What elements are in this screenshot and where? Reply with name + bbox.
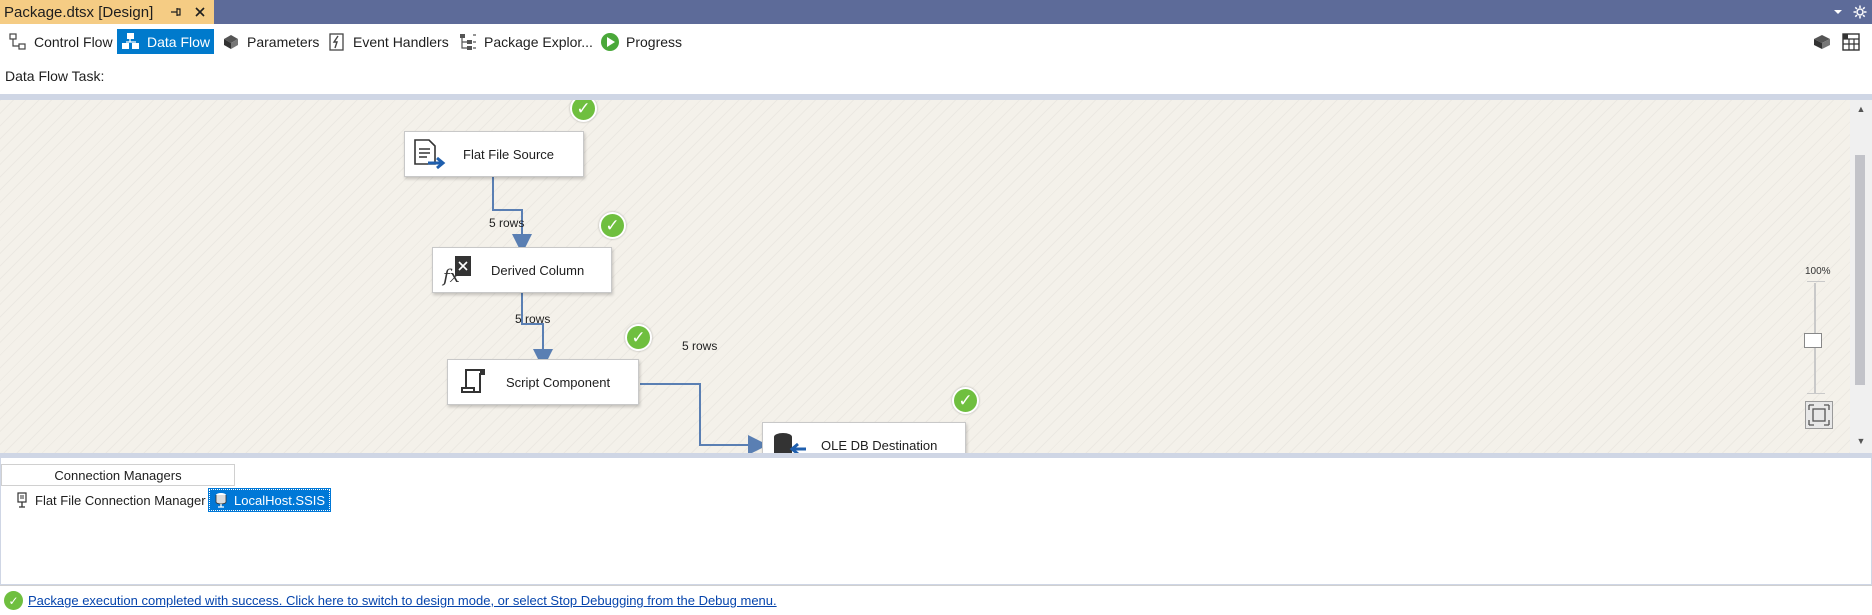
success-icon: ✓	[4, 591, 23, 610]
scroll-up-icon[interactable]: ▲	[1855, 104, 1867, 116]
tab-label: Package Explor...	[484, 33, 593, 50]
tab-label: Parameters	[247, 33, 320, 50]
flat-file-connection-icon	[15, 492, 29, 508]
connection-managers-panel: Connection Managers Flat File Connection…	[0, 458, 1872, 585]
tab-label: Event Handlers	[353, 33, 449, 50]
zoom-slider-thumb[interactable]	[1804, 333, 1822, 348]
document-tab-strip: Package.dtsx [Design]	[0, 0, 1872, 24]
component-label: OLE DB Destination	[821, 437, 938, 453]
data-flow-task-label: Data Flow Task:	[5, 68, 105, 84]
tab-label: Data Flow	[147, 33, 211, 50]
execution-status-bar: ✓ Package execution completed with succe…	[0, 585, 1872, 615]
event-handlers-icon	[327, 32, 347, 52]
scrollbar-thumb[interactable]	[1855, 155, 1865, 385]
ole-db-connection-icon	[214, 492, 228, 508]
data-flow-design-surface[interactable]: 5 rows 5 rows 5 rows Flat File Source ✓ …	[0, 100, 1850, 453]
path-flat-file-to-derived[interactable]	[492, 177, 532, 254]
component-ole-db-destination[interactable]: OLE DB Destination	[762, 422, 966, 453]
designer-tabs: Control Flow Data Flow Parameters Event …	[0, 24, 1872, 58]
component-label: Script Component	[506, 374, 611, 390]
tab-event-handlers[interactable]: Event Handlers	[323, 29, 453, 54]
package-explorer-icon	[458, 32, 478, 52]
connection-manager-flat-file[interactable]: Flat File Connection Manager	[11, 489, 210, 511]
connection-manager-label: Flat File Connection Manager	[35, 492, 206, 508]
path-label: 5 rows	[682, 339, 718, 353]
component-flat-file-source[interactable]: Flat File Source	[404, 131, 584, 177]
data-flow-icon	[121, 32, 141, 52]
tab-label: Control Flow	[34, 33, 113, 50]
tab-data-flow[interactable]: Data Flow	[117, 29, 215, 54]
tab-package-explorer[interactable]: Package Explor...	[454, 29, 597, 54]
variables-icon[interactable]	[1811, 31, 1833, 53]
derived-column-icon: fx	[439, 252, 479, 288]
component-label: Flat File Source	[463, 146, 555, 162]
zoom-tick	[1807, 393, 1825, 394]
connection-managers-title: Connection Managers	[54, 467, 182, 483]
svg-text:fx: fx	[441, 266, 460, 287]
zoom-level-label: 100%	[1805, 266, 1831, 277]
ssis-designer-window: Package.dtsx [Design] Control Flow Data …	[0, 0, 1872, 615]
tab-dropdown-icon[interactable]	[1829, 3, 1847, 21]
close-icon[interactable]	[190, 2, 210, 22]
connection-manager-localhost-ssis[interactable]: LocalHost.SSIS	[207, 488, 332, 512]
tab-control-flow[interactable]: Control Flow	[4, 29, 117, 54]
flat-file-source-icon	[411, 136, 451, 172]
path-label: 5 rows	[515, 312, 551, 326]
control-flow-icon	[8, 32, 28, 52]
tab-parameters[interactable]: Parameters	[217, 29, 323, 54]
component-label: Derived Column	[491, 262, 585, 278]
component-derived-column[interactable]: fx Derived Column	[432, 247, 612, 293]
component-script-component[interactable]: Script Component	[447, 359, 639, 405]
scroll-down-icon[interactable]: ▼	[1855, 436, 1867, 448]
document-tab[interactable]: Package.dtsx [Design]	[0, 0, 214, 24]
parameters-icon	[221, 32, 241, 52]
design-surface-scrollbar[interactable]: ▲ ▼	[1850, 100, 1872, 453]
zoom-tick	[1807, 281, 1825, 282]
zoom-fit-icon	[1808, 404, 1830, 426]
progress-icon	[600, 32, 620, 52]
success-check-icon: ✓	[625, 324, 652, 351]
data-flow-task-selector[interactable]: Data Flow Task:	[0, 58, 1872, 94]
tab-label: Progress	[626, 33, 683, 50]
connection-managers-header: Connection Managers	[1, 464, 235, 486]
document-tab-title: Package.dtsx [Design]	[4, 3, 154, 21]
data-paths	[492, 177, 768, 453]
switch-to-design-mode-link[interactable]: Package execution completed with success…	[28, 593, 777, 608]
pin-icon[interactable]	[166, 2, 186, 22]
tab-progress[interactable]: Progress	[596, 29, 686, 54]
toolbox-icon[interactable]	[1840, 31, 1862, 53]
connection-manager-label: LocalHost.SSIS	[234, 492, 326, 508]
path-label: 5 rows	[489, 216, 525, 230]
script-component-icon	[454, 364, 494, 400]
zoom-to-fit-button[interactable]	[1805, 401, 1833, 429]
success-check-icon: ✓	[599, 212, 626, 239]
ole-db-destination-icon	[769, 427, 809, 453]
success-check-icon: ✓	[952, 387, 979, 414]
path-script-to-oledb[interactable]	[640, 383, 768, 453]
settings-gear-icon[interactable]	[1851, 3, 1869, 21]
